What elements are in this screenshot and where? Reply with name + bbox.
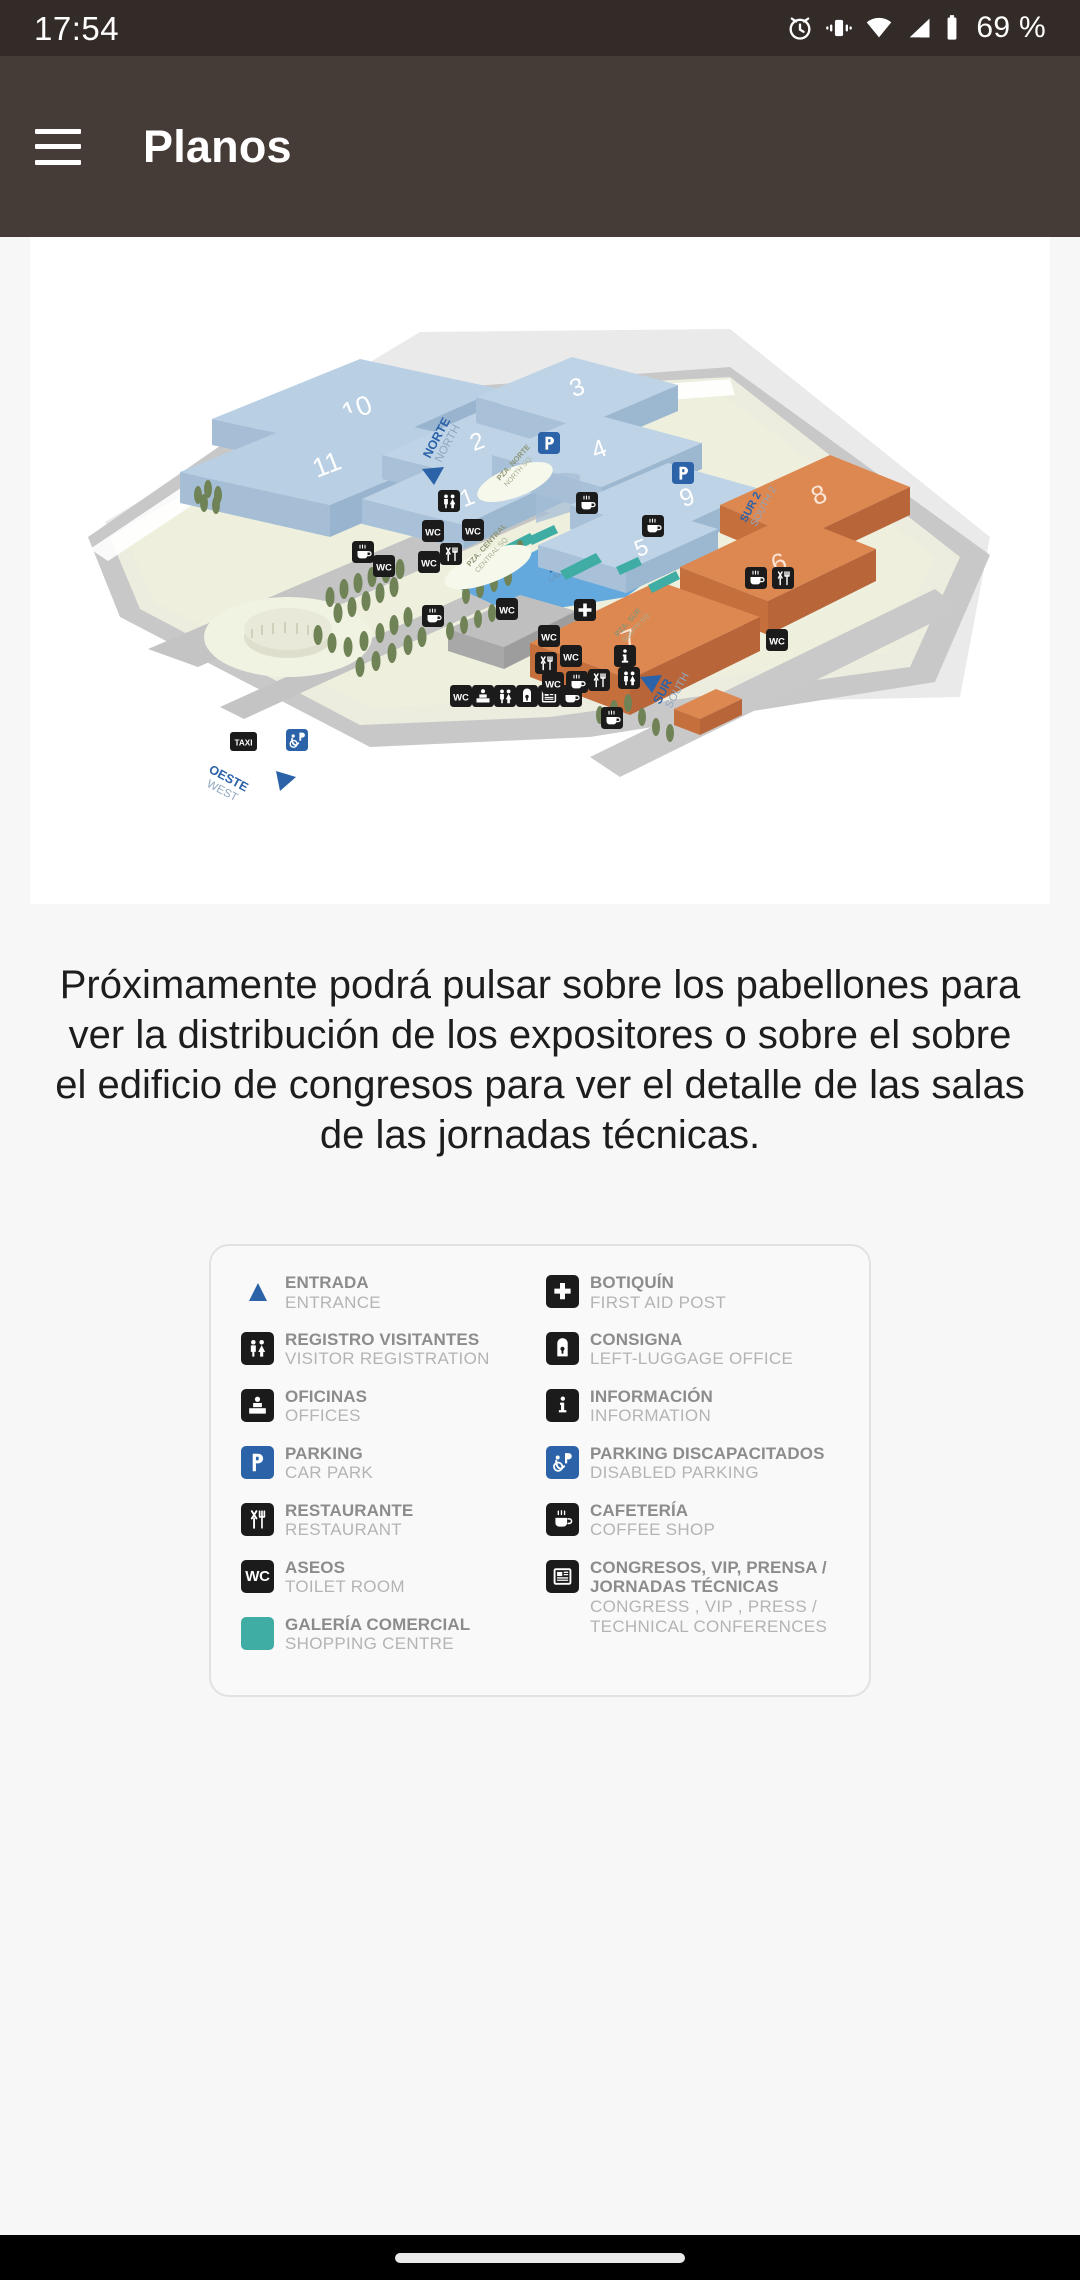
legend-label-en: CONGRESS , VIP , PRESS / TECHNICAL CONFE… xyxy=(590,1596,828,1637)
parking-icon xyxy=(241,1445,274,1479)
legend-label-es: CONSIGNA xyxy=(590,1329,683,1349)
legend-label-en: FIRST AID POST xyxy=(590,1292,727,1312)
hamburger-line xyxy=(35,128,81,134)
restaurant-icon xyxy=(241,1502,274,1536)
legend-label-es: OFICINAS xyxy=(285,1386,368,1406)
disabled-parking-icon xyxy=(546,1445,579,1479)
venue-map-illustration[interactable]: WC TAXI xyxy=(30,237,1050,904)
legend-label-es: REGISTRO VISITANTES xyxy=(285,1329,480,1349)
information-icon xyxy=(546,1388,579,1422)
status-bar: 17:54 69 % xyxy=(0,0,1080,56)
map-legend: ENTRADA ENTRANCE REGISTRO VISITANTES VIS… xyxy=(209,1244,871,1697)
legend-label-en: RESTAURANT xyxy=(285,1520,402,1540)
legend-text: REGISTRO VISITANTES VISITOR REGISTRATION xyxy=(285,1329,490,1370)
legend-label-en: INFORMATION xyxy=(590,1406,712,1426)
legend-column-right: BOTIQUÍN FIRST AID POST CONSIGNA LEFT-LU… xyxy=(546,1272,839,1671)
legend-label-en: SHOPPING CENTRE xyxy=(285,1634,454,1654)
legend-text: OFICINAS OFFICES xyxy=(285,1386,367,1427)
legend-label-es: CAFETERÍA xyxy=(590,1500,689,1520)
status-time: 17:54 xyxy=(34,9,120,47)
battery-icon xyxy=(944,14,960,42)
wc-label: WC xyxy=(245,1567,270,1585)
legend-label-es: PARKING DISCAPACITADOS xyxy=(590,1443,825,1463)
legend-text: CAFETERÍA COFFEE SHOP xyxy=(590,1500,715,1541)
legend-label-es: PARKING xyxy=(285,1443,363,1463)
legend-label-en: TOILET ROOM xyxy=(285,1577,405,1597)
map-roundabout xyxy=(204,597,372,677)
visitor-registration-icon xyxy=(241,1331,274,1365)
legend-label-en: COFFEE SHOP xyxy=(590,1520,716,1540)
legend-item-entrance: ENTRADA ENTRANCE xyxy=(241,1272,534,1313)
legend-label-es: ASEOS xyxy=(285,1557,346,1577)
coffee-shop-icon xyxy=(546,1502,579,1536)
shopping-centre-swatch-icon xyxy=(241,1616,274,1650)
legend-label-es: RESTAURANTE xyxy=(285,1500,414,1520)
legend-item-first-aid: BOTIQUÍN FIRST AID POST xyxy=(546,1272,839,1313)
offices-icon xyxy=(241,1388,274,1422)
vibrate-icon xyxy=(825,14,853,42)
legend-item-coffee-shop: CAFETERÍA COFFEE SHOP xyxy=(546,1500,839,1541)
hamburger-line xyxy=(35,159,81,165)
legend-label-en: VISITOR REGISTRATION xyxy=(285,1349,490,1369)
legend-item-shopping-centre: GALERÍA COMERCIAL SHOPPING CENTRE xyxy=(241,1614,534,1655)
app-bar: Planos xyxy=(0,56,1080,237)
legend-text: ASEOS TOILET ROOM xyxy=(285,1557,405,1598)
legend-text: PARKING CAR PARK xyxy=(285,1443,373,1484)
legend-label-es: ENTRADA xyxy=(285,1273,369,1292)
system-navigation-bar xyxy=(0,2235,1080,2280)
legend-item-left-luggage: CONSIGNA LEFT-LUGGAGE OFFICE xyxy=(546,1329,839,1370)
alarm-icon xyxy=(786,14,814,42)
legend-item-disabled-parking: PARKING DISCAPACITADOS DISABLED PARKING xyxy=(546,1443,839,1484)
legend-label-en: CAR PARK xyxy=(285,1463,374,1483)
legend-text: GALERÍA COMERCIAL SHOPPING CENTRE xyxy=(285,1614,470,1655)
wifi-icon xyxy=(864,14,894,42)
scroll-content[interactable]: WC TAXI xyxy=(0,237,1080,2235)
hamburger-menu-icon[interactable] xyxy=(35,128,81,165)
status-icon-group: 69 % xyxy=(786,11,1046,45)
toilet-wc-icon: WC xyxy=(241,1559,274,1593)
first-aid-icon xyxy=(546,1275,579,1308)
page-title: Planos xyxy=(143,120,292,172)
signal-icon xyxy=(905,14,933,42)
legend-item-restaurant: RESTAURANTE RESTAURANT xyxy=(241,1500,534,1541)
venue-map-card[interactable]: WC TAXI xyxy=(30,237,1050,904)
legend-item-congress: CONGRESOS, VIP, PRENSA / JORNADAS TÉCNIC… xyxy=(546,1557,839,1638)
legend-item-offices: OFICINAS OFFICES xyxy=(241,1386,534,1427)
legend-label-es: GALERÍA COMERCIAL xyxy=(285,1614,471,1634)
legend-text: ENTRADA ENTRANCE xyxy=(285,1272,381,1313)
legend-label-en: DISABLED PARKING xyxy=(590,1463,759,1483)
legend-label-es: CONGRESOS, VIP, PRENSA / JORNADAS TÉCNIC… xyxy=(590,1557,827,1597)
legend-text: INFORMACIÓN INFORMATION xyxy=(590,1386,713,1427)
info-paragraph: Próximamente podrá pulsar sobre los pabe… xyxy=(55,963,1025,1157)
legend-item-visitor-registration: REGISTRO VISITANTES VISITOR REGISTRATION xyxy=(241,1329,534,1370)
legend-column-left: ENTRADA ENTRANCE REGISTRO VISITANTES VIS… xyxy=(241,1272,534,1671)
legend-item-information: INFORMACIÓN INFORMATION xyxy=(546,1386,839,1427)
legend-item-parking: PARKING CAR PARK xyxy=(241,1443,534,1484)
legend-label-en: LEFT-LUGGAGE OFFICE xyxy=(590,1349,794,1369)
legend-text: RESTAURANTE RESTAURANT xyxy=(285,1500,413,1541)
legend-label-en: OFFICES xyxy=(285,1406,361,1426)
battery-percent: 69 % xyxy=(976,11,1046,44)
congress-icon xyxy=(546,1559,579,1593)
legend-item-toilet: WC ASEOS TOILET ROOM xyxy=(241,1557,534,1598)
legend-label-es: INFORMACIÓN xyxy=(590,1386,713,1406)
legend-text: BOTIQUÍN FIRST AID POST xyxy=(590,1272,726,1313)
legend-label-en: ENTRANCE xyxy=(285,1292,381,1312)
entrance-triangle-icon xyxy=(241,1275,274,1308)
hamburger-line xyxy=(35,144,81,149)
legend-wrapper: ENTRADA ENTRANCE REGISTRO VISITANTES VIS… xyxy=(0,1244,1080,1697)
legend-text: CONSIGNA LEFT-LUGGAGE OFFICE xyxy=(590,1329,793,1370)
home-gesture-pill[interactable] xyxy=(395,2252,685,2263)
legend-text: PARKING DISCAPACITADOS DISABLED PARKING xyxy=(590,1443,825,1484)
left-luggage-icon xyxy=(546,1331,579,1365)
legend-text: CONGRESOS, VIP, PRENSA / JORNADAS TÉCNIC… xyxy=(590,1557,839,1638)
legend-label-es: BOTIQUÍN xyxy=(590,1273,674,1292)
